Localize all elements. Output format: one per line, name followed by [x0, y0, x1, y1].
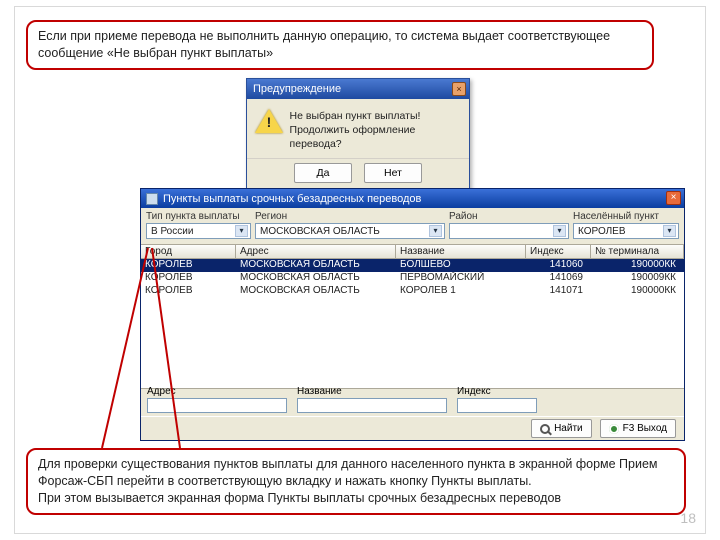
grid-body[interactable]: КОРОЛЕВ МОСКОВСКАЯ ОБЛАСТЬ БОЛШЕВО 14106…: [141, 259, 684, 389]
grid-header[interactable]: Город Адрес Название Индекс № терминала: [141, 244, 684, 259]
warning-line1: Не выбран пункт выплаты!: [290, 109, 461, 123]
locality-value: КОРОЛЕВ: [578, 226, 626, 237]
search-name-label: Название: [297, 386, 447, 397]
chevron-down-icon: ▾: [663, 225, 676, 237]
col-terminal[interactable]: № терминала: [591, 245, 684, 258]
chevron-down-icon: ▾: [429, 225, 442, 237]
chevron-down-icon: ▾: [235, 225, 248, 237]
col-index[interactable]: Индекс: [526, 245, 591, 258]
close-icon[interactable]: ×: [452, 82, 466, 96]
app-icon: [146, 193, 158, 205]
type-label: Тип пункта выплаты: [146, 211, 251, 222]
search-index-input[interactable]: [457, 398, 537, 413]
table-row[interactable]: КОРОЛЕВ МОСКОВСКАЯ ОБЛАСТЬ КОРОЛЕВ 1 141…: [141, 285, 684, 298]
warning-icon: !: [255, 109, 282, 135]
callout-bottom: Для проверки существования пунктов выпла…: [26, 448, 686, 515]
type-value: В России: [151, 226, 193, 237]
district-dropdown[interactable]: ▾: [449, 223, 569, 239]
callout-top: Если при приеме перевода не выполнить да…: [26, 20, 654, 70]
table-row[interactable]: КОРОЛЕВ МОСКОВСКАЯ ОБЛАСТЬ ПЕРВОМАЙСКИЙ …: [141, 272, 684, 285]
search-name-input[interactable]: [297, 398, 447, 413]
region-label: Регион: [255, 211, 445, 222]
search-bar: Адрес Название Индекс: [141, 388, 684, 416]
page-number: 18: [680, 510, 696, 526]
search-address-label: Адрес: [147, 386, 287, 397]
payment-points-window: Пункты выплаты срочных безадресных перев…: [140, 188, 685, 441]
col-address[interactable]: Адрес: [236, 245, 396, 258]
search-icon: [540, 424, 550, 434]
table-row[interactable]: КОРОЛЕВ МОСКОВСКАЯ ОБЛАСТЬ БОЛШЕВО 14106…: [141, 259, 684, 272]
chevron-down-icon: ▾: [553, 225, 566, 237]
yes-button[interactable]: Да: [294, 163, 352, 183]
exit-icon: [609, 424, 619, 434]
warning-title-text: Предупреждение: [253, 83, 341, 95]
locality-dropdown[interactable]: КОРОЛЕВ ▾: [573, 223, 679, 239]
type-dropdown[interactable]: В России ▾: [146, 223, 251, 239]
window-close-icon[interactable]: ×: [666, 191, 681, 205]
warning-dialog: Предупреждение × ! Не выбран пункт выпла…: [246, 78, 470, 192]
locality-label: Населённый пункт: [573, 211, 679, 222]
region-value: МОСКОВСКАЯ ОБЛАСТЬ: [260, 226, 380, 237]
no-button[interactable]: Нет: [364, 163, 422, 183]
warning-message: Не выбран пункт выплаты! Продолжить офор…: [290, 109, 461, 152]
find-button[interactable]: Найти: [531, 419, 592, 438]
col-city[interactable]: Город: [141, 245, 236, 258]
warning-titlebar[interactable]: Предупреждение ×: [247, 79, 469, 99]
search-index-label: Индекс: [457, 386, 537, 397]
search-address-input[interactable]: [147, 398, 287, 413]
window-title-text: Пункты выплаты срочных безадресных перев…: [163, 193, 421, 205]
warning-line2: Продолжить оформление перевода?: [290, 123, 461, 151]
district-label: Район: [449, 211, 569, 222]
exit-button[interactable]: F3 Выход: [600, 419, 676, 438]
region-dropdown[interactable]: МОСКОВСКАЯ ОБЛАСТЬ ▾: [255, 223, 445, 239]
window-titlebar[interactable]: Пункты выплаты срочных безадресных перев…: [141, 189, 684, 208]
col-name[interactable]: Название: [396, 245, 526, 258]
